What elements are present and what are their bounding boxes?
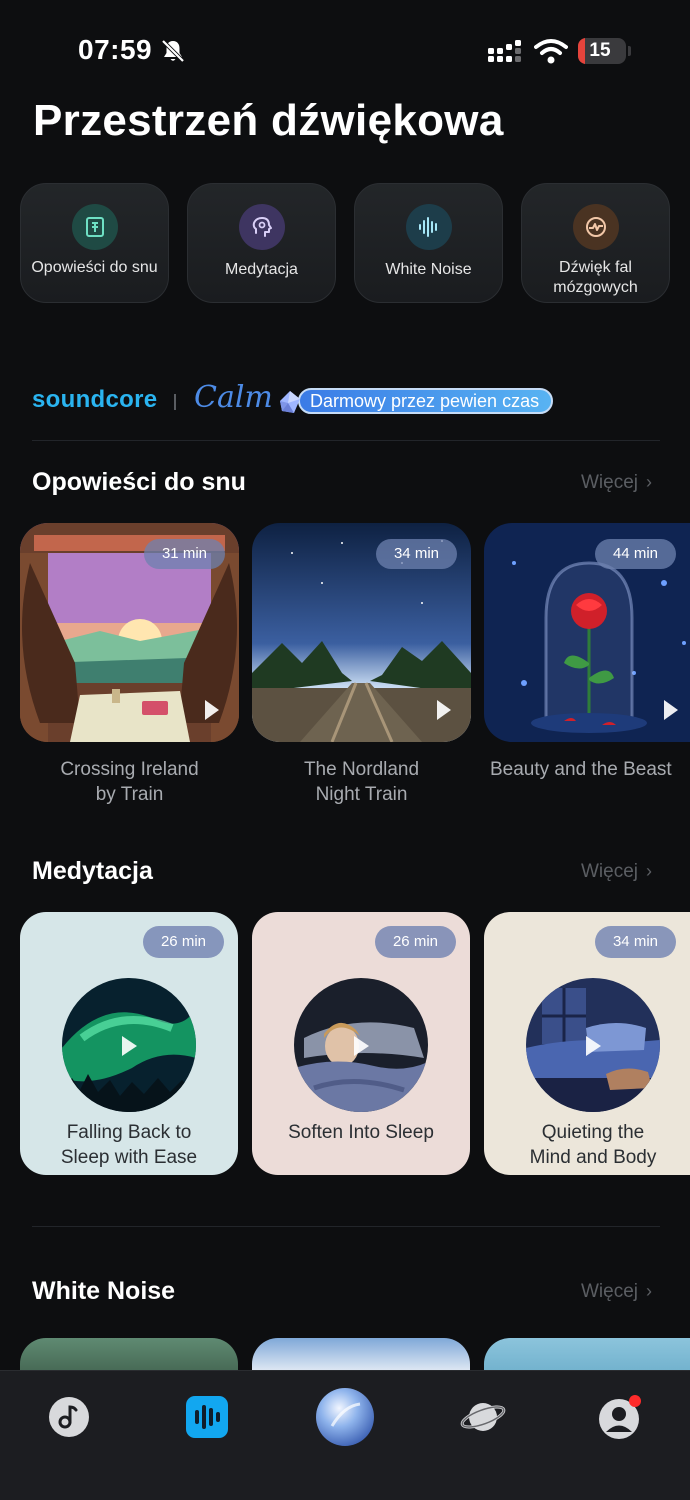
- battery-level: 15: [589, 40, 611, 61]
- category-label: Dźwięk fal mózgowych: [553, 259, 638, 296]
- story-title-line: Night Train: [315, 784, 408, 805]
- chevron-right-icon: ›: [646, 472, 652, 492]
- meditation-title-line: Quieting the: [541, 1122, 645, 1143]
- category-label: Medytacja: [225, 261, 298, 278]
- battery-cap: [628, 46, 631, 56]
- play-icon[interactable]: [586, 1036, 601, 1056]
- duration-badge: 34 min: [594, 926, 676, 958]
- bell-slash-icon: [161, 39, 185, 63]
- head-icon: [238, 204, 285, 250]
- planet-icon: [460, 1403, 506, 1431]
- story-title: Beauty and the Beast: [490, 757, 690, 782]
- divider: [32, 1226, 660, 1227]
- meditation-title-line: Falling Back to: [66, 1122, 192, 1143]
- category-label: White Noise: [385, 261, 472, 278]
- signal-icon: [488, 40, 521, 62]
- meditation-title: Falling Back to Sleep with Ease: [24, 1120, 234, 1170]
- wifi-icon: [534, 39, 568, 64]
- duration-badge: 26 min: [374, 926, 456, 958]
- meditation-title-line: Sleep with Ease: [60, 1147, 198, 1168]
- meditation-card-soften[interactable]: 26 min Soften Into Sleep: [252, 912, 470, 1175]
- category-row: Opowieści do snu Medytacja White Noise D…: [20, 183, 670, 303]
- tab-music[interactable]: [37, 1385, 101, 1449]
- play-icon[interactable]: [664, 700, 678, 720]
- duration-badge: 31 min: [143, 539, 225, 569]
- meditation-artwork: [62, 978, 196, 1112]
- calm-logo: Calm: [194, 380, 273, 415]
- story-card-ireland[interactable]: 31 min: [20, 523, 239, 742]
- more-link-stories[interactable]: Więcej ›: [581, 472, 652, 494]
- divider: [174, 394, 176, 410]
- story-title: Crossing Ireland by Train: [20, 757, 239, 807]
- more-link-meditation[interactable]: Więcej ›: [581, 861, 652, 883]
- play-icon[interactable]: [205, 700, 219, 720]
- soundspace-icon: [186, 1396, 228, 1438]
- tab-orb[interactable]: [313, 1385, 377, 1449]
- profile-icon: [599, 1395, 641, 1439]
- story-card-nordland[interactable]: 34 min: [252, 523, 471, 742]
- soundcore-logo: soundcore: [32, 386, 158, 413]
- chevron-right-icon: ›: [646, 861, 652, 881]
- duration-badge: 26 min: [142, 926, 224, 958]
- waveform-icon: [405, 204, 452, 250]
- orb-icon: [316, 1388, 374, 1446]
- play-icon[interactable]: [122, 1036, 137, 1056]
- duration-badge: 44 min: [594, 539, 676, 569]
- meditation-card-quieting[interactable]: 34 min Quieting the Mind and Body: [484, 912, 690, 1175]
- promo-label: Darmowy przez pewien czas: [298, 388, 554, 414]
- story-title-line: Beauty and the Beast: [490, 759, 672, 780]
- category-label: Opowieści do snu: [31, 259, 158, 276]
- music-note-icon: [49, 1397, 89, 1437]
- crystal-icon: [280, 391, 300, 413]
- story-title: The Nordland Night Train: [252, 757, 471, 807]
- status-bar: 07:59 15: [0, 0, 690, 100]
- chevron-right-icon: ›: [646, 1281, 652, 1301]
- partner-banner[interactable]: soundcore Calm Darmowy przez pewien czas: [32, 380, 662, 418]
- meditation-artwork: [294, 978, 428, 1112]
- section-title-meditation: Medytacja: [32, 857, 153, 885]
- meditation-title-line: Mind and Body: [529, 1147, 657, 1168]
- page-title: Przestrzeń dźwiękowa: [33, 96, 504, 145]
- battery-icon: 15: [578, 38, 626, 64]
- meditation-title-line: Soften Into Sleep: [288, 1122, 434, 1143]
- tab-profile[interactable]: [589, 1385, 653, 1449]
- tab-bar: [0, 1370, 690, 1500]
- category-brainwave[interactable]: Dźwięk fal mózgowych: [521, 183, 670, 303]
- more-label: Więcej: [580, 472, 638, 493]
- category-white-noise[interactable]: White Noise: [354, 183, 503, 303]
- more-link-white-noise[interactable]: Więcej ›: [581, 1281, 652, 1303]
- meditation-artwork: [526, 978, 660, 1112]
- meditation-card-falling-back[interactable]: 26 min Falling Back to Sleep with Ease: [20, 912, 238, 1175]
- story-title-line: The Nordland: [303, 759, 420, 780]
- tab-soundspace[interactable]: [175, 1385, 239, 1449]
- story-title-line: by Train: [95, 784, 164, 805]
- category-meditation[interactable]: Medytacja: [187, 183, 336, 303]
- play-icon[interactable]: [437, 700, 451, 720]
- story-card-beauty[interactable]: 44 min: [484, 523, 690, 742]
- duration-badge: 34 min: [375, 539, 457, 569]
- more-label: Więcej: [580, 861, 638, 882]
- status-time: 07:59: [78, 34, 153, 65]
- book-icon: [71, 204, 118, 250]
- brainwave-icon: [572, 204, 619, 250]
- story-title-line: Crossing Ireland: [60, 759, 199, 780]
- play-icon[interactable]: [354, 1036, 369, 1056]
- divider: [32, 440, 660, 441]
- tab-explore[interactable]: [451, 1385, 515, 1449]
- meditation-title: Quieting the Mind and Body: [488, 1120, 690, 1170]
- section-title-white-noise: White Noise: [32, 1277, 176, 1305]
- category-sleep-stories[interactable]: Opowieści do snu: [20, 183, 169, 303]
- meditation-title: Soften Into Sleep: [256, 1120, 466, 1145]
- more-label: Więcej: [580, 1281, 638, 1302]
- section-title-stories: Opowieści do snu: [32, 468, 246, 496]
